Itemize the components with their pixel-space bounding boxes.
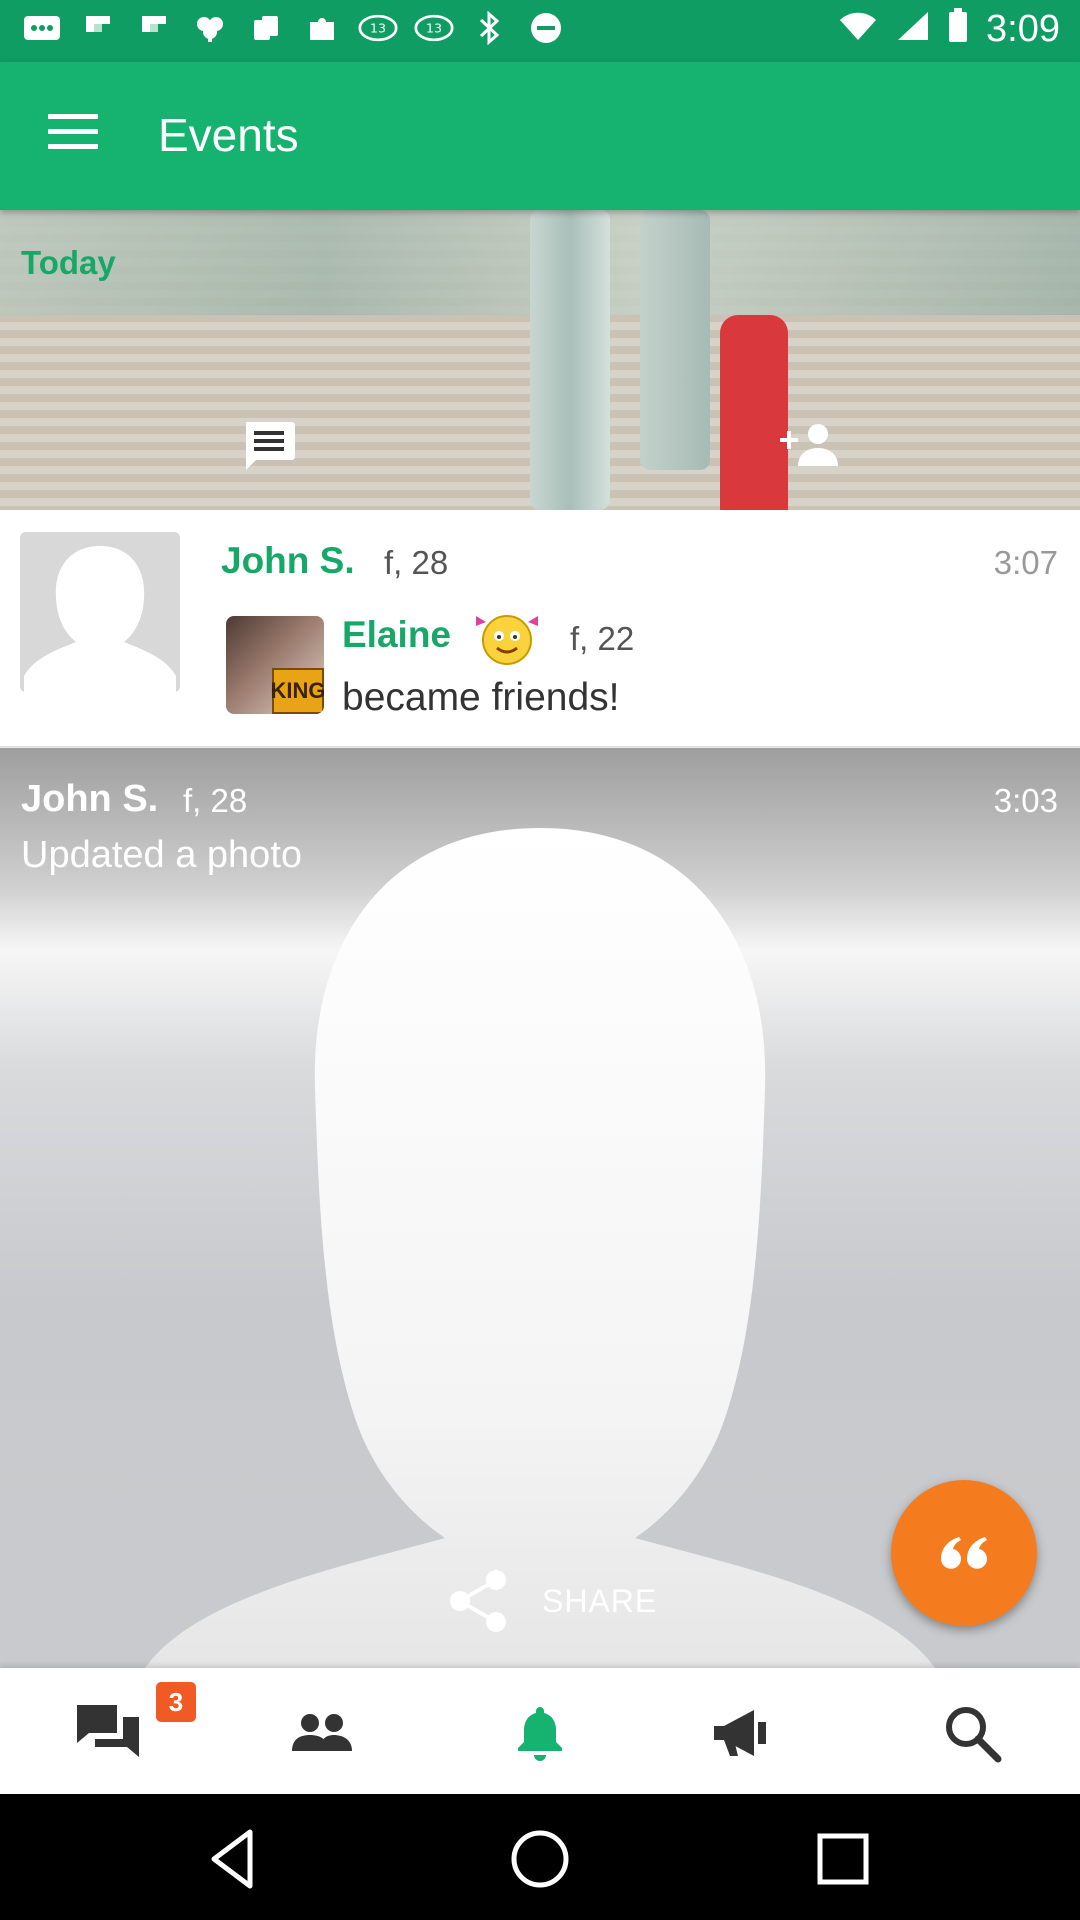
battery-icon [948, 8, 968, 51]
chat-icon[interactable] [68, 1698, 148, 1768]
cellular-icon [896, 9, 930, 51]
smiley-emoji-icon [470, 610, 544, 666]
app-bar: Events [0, 62, 1080, 210]
event-time: 3:07 [993, 544, 1058, 581]
cards-icon [246, 8, 286, 48]
clock: 3:09 [986, 8, 1060, 50]
cover-photo: Today [0, 210, 1080, 510]
abc13-icon: 13 [414, 8, 454, 48]
avatar[interactable] [20, 532, 180, 692]
share-icon [450, 1570, 506, 1632]
user-name[interactable]: John S. [21, 778, 158, 821]
cover-figure [640, 210, 710, 470]
abc13-icon: 13 [358, 8, 398, 48]
user-meta: f, 28 [384, 544, 449, 581]
event-time: 3:03 [993, 782, 1058, 819]
bottom-nav: 3 [0, 1668, 1080, 1794]
more-icon [22, 8, 62, 48]
status-bar: 13 13 3:09 [0, 0, 1080, 62]
king-badge: KING [271, 668, 324, 714]
bluetooth-icon [470, 8, 510, 48]
user-name[interactable]: John S. [221, 540, 355, 582]
flipboard-icon [134, 8, 174, 48]
event-action: Updated a photo [21, 834, 303, 876]
friend-meta: f, 22 [570, 620, 635, 657]
page-title: Events [158, 109, 299, 161]
megaphone-icon[interactable] [700, 1698, 780, 1768]
people-icon[interactable] [282, 1698, 362, 1768]
cover-figure [530, 210, 610, 510]
event-card-friendship[interactable]: John S. f, 28 3:07 KING Elaine f, 22 bec… [0, 510, 1080, 747]
chat-badge: 3 [156, 1682, 196, 1722]
share-button[interactable]: SHARE [446, 1566, 657, 1636]
bell-icon[interactable] [500, 1698, 580, 1768]
event-action: became friends! [342, 676, 620, 719]
section-label-today: Today [21, 244, 116, 281]
recents-icon[interactable] [808, 1824, 878, 1894]
menu-icon[interactable] [48, 114, 98, 154]
friend-name[interactable]: Elaine [342, 614, 451, 656]
flipboard-icon [78, 8, 118, 48]
quote-fab-button[interactable] [891, 1480, 1037, 1626]
home-icon[interactable] [505, 1824, 575, 1894]
add-friend-icon[interactable] [778, 422, 840, 468]
system-nav-bar [0, 1794, 1080, 1920]
search-icon[interactable] [932, 1698, 1012, 1768]
svg-text:13: 13 [426, 21, 442, 36]
cover-figure [720, 315, 788, 510]
friend-avatar[interactable]: KING [226, 616, 324, 714]
share-label: SHARE [542, 1582, 658, 1619]
puzzle-icon [302, 8, 342, 48]
user-meta: f, 28 [183, 782, 248, 819]
dnd-icon [526, 8, 566, 48]
svg-text:13: 13 [370, 21, 386, 36]
quote-icon [941, 1537, 987, 1569]
wifi-icon [838, 9, 878, 51]
ace-icon [190, 8, 230, 48]
back-icon[interactable] [200, 1824, 270, 1894]
message-icon[interactable] [242, 420, 296, 472]
